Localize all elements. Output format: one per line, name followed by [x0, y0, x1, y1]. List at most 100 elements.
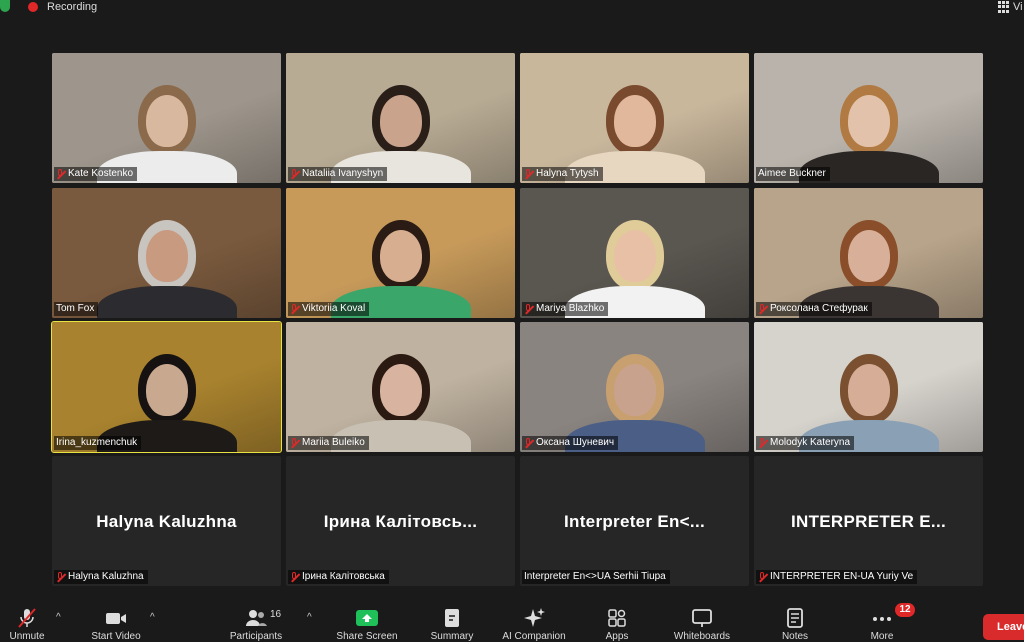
participant-name: Оксана Шуневич — [536, 437, 615, 448]
participant-tile[interactable]: Mariia Buleiko — [286, 322, 515, 452]
participant-name: Mariia Buleiko — [302, 437, 365, 448]
participant-count: 16 — [270, 609, 282, 620]
participant-nameplate: Halyna Kaluzhna — [54, 570, 148, 584]
mic-muted-icon — [290, 304, 299, 314]
participant-tile[interactable]: Irina_kuzmenchuk — [51, 321, 282, 453]
view-button[interactable]: Vi — [1013, 0, 1023, 14]
participant-tile[interactable]: Viktoriia Koval — [286, 188, 515, 318]
mic-muted-icon — [56, 572, 65, 582]
meeting-top-bar: Recording Vi — [0, 0, 1024, 16]
apps-label: Apps — [605, 631, 629, 642]
participant-name: Mariya Blazhko — [536, 303, 605, 314]
participant-name: Halyna Kaluzhna — [68, 571, 144, 582]
participant-nameplate: Molodyk Kateryna — [756, 436, 855, 450]
video-gallery-grid: Kate Kostenko Nataliia Ivanyshyn Halyna Ty… — [51, 53, 984, 587]
video-camera-icon — [104, 607, 128, 629]
apps-icon — [605, 607, 629, 629]
summary-label: Summary — [430, 631, 474, 642]
participant-name: Halyna Tytysh — [536, 168, 599, 179]
summary-icon — [440, 607, 464, 629]
share-screen-icon — [355, 607, 379, 629]
participants-button[interactable]: 16 Participants — [226, 601, 286, 642]
notes-button[interactable]: Notes — [765, 601, 825, 642]
participant-tile[interactable]: Kate Kostenko — [52, 53, 281, 183]
participant-name: Nataliia Ivanyshyn — [302, 168, 384, 179]
ai-button[interactable]: AI Companion — [502, 601, 566, 642]
apps-button[interactable]: Apps — [587, 601, 647, 642]
participant-tile[interactable]: Aimee Buckner — [754, 53, 983, 183]
participant-tile[interactable]: Mariya Blazhko — [520, 188, 749, 318]
participant-nameplate: Nataliia Ivanyshyn — [288, 167, 388, 181]
mic-muted-icon — [758, 438, 767, 448]
participant-display-name: INTERPRETER E... — [791, 512, 946, 531]
participant-display-name: Interpreter En<... — [564, 512, 705, 531]
leave-button[interactable]: Leave — [983, 614, 1024, 640]
participant-name: Interpreter En<>UA Serhii Tiupa — [524, 571, 666, 582]
whiteboards-label: Whiteboards — [673, 631, 731, 642]
participant-nameplate: Halyna Tytysh — [522, 167, 603, 181]
mic-muted-icon — [524, 169, 533, 179]
participant-tile[interactable]: Halyna Tytysh — [520, 53, 749, 183]
participant-tile[interactable]: Interpreter En<... Interpreter En<>UA Ser… — [520, 456, 749, 586]
participant-nameplate: Kate Kostenko — [54, 167, 138, 181]
participant-nameplate: Interpreter En<>UA Serhii Tiupa — [522, 570, 670, 584]
chevron-up-icon[interactable]: ^ — [307, 612, 312, 623]
participant-tile[interactable]: Роксолана Стефурак — [754, 188, 983, 318]
participant-nameplate: Irina_kuzmenchuk — [54, 436, 142, 450]
participant-tile[interactable]: Molodyk Kateryna — [754, 322, 983, 452]
participant-name: Kate Kostenko — [68, 168, 134, 179]
participant-name: Molodyk Kateryna — [770, 437, 851, 448]
participant-tile[interactable]: Halyna Kaluzhna Halyna Kaluzhna — [52, 456, 281, 586]
security-shield-icon[interactable] — [0, 0, 10, 12]
share-label: Share Screen — [336, 631, 398, 642]
chevron-up-icon[interactable]: ^ — [56, 612, 61, 623]
mic-off-icon — [15, 607, 39, 629]
participant-name: Роксолана Стефурак — [770, 303, 868, 314]
more-notification-badge: 12 — [895, 603, 915, 617]
mic-muted-icon — [290, 169, 299, 179]
mute-button[interactable]: Unmute — [0, 601, 57, 642]
meeting-toolbar: Unmute ^ Start Video ^ 16 Participants ^ Share … — [0, 601, 1024, 642]
participant-tile[interactable]: Ірина Калітовсь... Ірина Калітовська — [286, 456, 515, 586]
mic-muted-icon — [524, 438, 533, 448]
participant-tile[interactable]: Оксана Шуневич — [520, 322, 749, 452]
participant-name: Tom Fox — [56, 303, 95, 314]
mic-muted-icon — [290, 438, 299, 448]
gallery-view-icon[interactable] — [998, 1, 1010, 13]
participant-display-name: Halyna Kaluzhna — [96, 512, 237, 531]
participant-nameplate: Ірина Калітовська — [288, 570, 389, 584]
participant-nameplate: Viktoriia Koval — [288, 302, 370, 316]
recording-icon — [28, 2, 38, 12]
whiteboards-button[interactable]: Whiteboards — [672, 601, 732, 642]
video-button[interactable]: Start Video — [86, 601, 146, 642]
summary-button[interactable]: Summary — [422, 601, 482, 642]
participant-display-name: Ірина Калітовсь... — [323, 512, 478, 531]
chevron-up-icon[interactable]: ^ — [150, 612, 155, 623]
participant-tile[interactable]: Tom Fox — [52, 188, 281, 318]
mic-muted-icon — [758, 572, 767, 582]
participant-name: INTERPRETER EN-UA Yuriy Ve — [770, 571, 914, 582]
participant-tile[interactable]: Nataliia Ivanyshyn — [286, 53, 515, 183]
recording-label: Recording — [47, 1, 98, 13]
mic-muted-icon — [56, 169, 65, 179]
share-button[interactable]: Share Screen — [336, 601, 398, 642]
participant-nameplate: INTERPRETER EN-UA Yuriy Ve — [756, 570, 918, 584]
notes-icon — [783, 607, 807, 629]
participants-label: Participants — [229, 631, 283, 642]
participant-name: Viktoriia Koval — [302, 303, 366, 314]
participant-nameplate: Роксолана Стефурак — [756, 302, 872, 316]
ai-label: AI Companion — [502, 631, 566, 642]
more-icon — [870, 607, 894, 629]
participant-nameplate: Оксана Шуневич — [522, 436, 619, 450]
participants-icon — [244, 607, 268, 629]
mic-muted-icon — [524, 304, 533, 314]
mic-muted-icon — [758, 304, 767, 314]
participant-name: Irina_kuzmenchuk — [56, 437, 138, 448]
participant-tile[interactable]: INTERPRETER E... INTERPRETER EN-UA Yuriy … — [754, 456, 983, 586]
video-label: Start Video — [91, 631, 141, 642]
mic-muted-icon — [290, 572, 299, 582]
participant-name: Aimee Buckner — [758, 168, 826, 179]
participant-name: Ірина Калітовська — [302, 571, 385, 582]
participant-video-figure — [92, 208, 242, 318]
mute-label: Unmute — [9, 631, 45, 642]
